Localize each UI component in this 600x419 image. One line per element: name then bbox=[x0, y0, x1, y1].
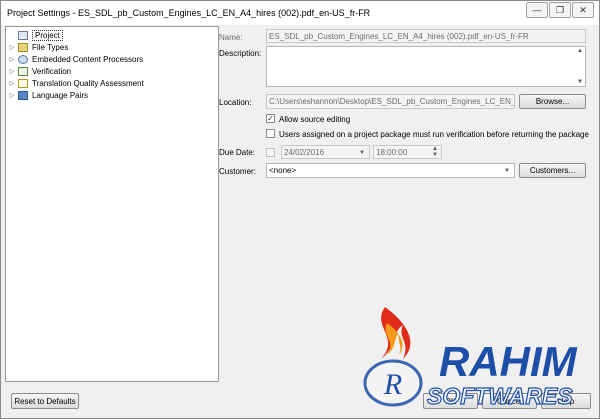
settings-tree[interactable]: Project ▷ File Types ▷ Embedded Content … bbox=[5, 26, 219, 382]
expand-icon[interactable]: ▷ bbox=[8, 80, 16, 87]
allow-source-editing-label: Allow source editing bbox=[279, 115, 351, 124]
project-settings-window: Project Settings - ES_SDL_pb_Custom_Engi… bbox=[0, 0, 600, 419]
location-field[interactable]: C:\Users\eshannon\Desktop\ES_SDL_pb_Cust… bbox=[266, 94, 515, 109]
title-bar: Project Settings - ES_SDL_pb_Custom_Engi… bbox=[1, 1, 599, 25]
due-date-label: Due Date: bbox=[219, 148, 256, 157]
rahim-softwares-watermark: R RAHIM SOFTWARES bbox=[341, 301, 591, 411]
watermark-line2: SOFTWARES bbox=[427, 383, 573, 409]
tree-item-verification[interactable]: ▷ Verification bbox=[8, 65, 71, 77]
expand-icon[interactable]: ▷ bbox=[8, 56, 16, 63]
tree-item-embedded-content-processors[interactable]: ▷ Embedded Content Processors bbox=[8, 53, 143, 65]
scroll-down-icon[interactable]: ▼ bbox=[577, 79, 583, 85]
language-pairs-icon bbox=[18, 90, 28, 100]
minimize-icon: — bbox=[532, 5, 542, 15]
rahim-logo-icon: R RAHIM SOFTWARES bbox=[363, 307, 578, 410]
time-down-icon[interactable]: ▼ bbox=[432, 152, 438, 158]
restore-button[interactable]: ❐ bbox=[549, 2, 571, 18]
tree-item-label: File Types bbox=[32, 42, 69, 52]
tree-item-project[interactable]: Project bbox=[8, 29, 63, 41]
reset-to-defaults-button[interactable]: Reset to Defaults bbox=[11, 393, 79, 409]
tree-item-language-pairs[interactable]: ▷ Language Pairs bbox=[8, 89, 88, 101]
gear-icon bbox=[18, 54, 28, 64]
tree-item-label: Language Pairs bbox=[32, 90, 89, 100]
description-label: Description: bbox=[219, 49, 262, 58]
customers-button[interactable]: Customers... bbox=[519, 163, 586, 178]
file-types-icon bbox=[18, 42, 28, 52]
close-icon: ✕ bbox=[579, 5, 587, 15]
expand-icon[interactable]: ▷ bbox=[8, 68, 16, 75]
warning-icon bbox=[18, 78, 28, 88]
restore-icon: ❐ bbox=[555, 5, 565, 15]
verification-required-checkbox[interactable] bbox=[266, 129, 275, 138]
description-field[interactable]: ▲ ▼ bbox=[266, 46, 586, 87]
due-time-field[interactable]: 18:00:00 ▲ ▼ bbox=[373, 145, 442, 159]
expand-icon[interactable]: ▷ bbox=[8, 44, 16, 51]
allow-source-editing-checkbox[interactable]: ✓ bbox=[266, 114, 275, 123]
watermark-letter: R bbox=[383, 368, 402, 401]
tree-item-label: Embedded Content Processors bbox=[32, 54, 144, 64]
tree-item-label: Project bbox=[32, 29, 63, 41]
due-date-field[interactable]: 24/02/2016 ▼ bbox=[281, 145, 370, 159]
tree-item-translation-quality-assessment[interactable]: ▷ Translation Quality Assessment bbox=[8, 77, 144, 89]
due-date-checkbox[interactable] bbox=[266, 148, 275, 157]
scroll-up-icon[interactable]: ▲ bbox=[577, 48, 583, 54]
calendar-dropdown-icon[interactable]: ▼ bbox=[359, 150, 365, 156]
name-label: Name: bbox=[219, 33, 243, 42]
name-field[interactable]: ES_SDL_pb_Custom_Engines_LC_EN_A4_hires … bbox=[266, 29, 586, 43]
browse-button[interactable]: Browse... bbox=[519, 94, 586, 109]
location-label: Location: bbox=[219, 98, 252, 107]
tree-item-file-types[interactable]: ▷ File Types bbox=[8, 41, 68, 53]
window-title: Project Settings - ES_SDL_pb_Custom_Engi… bbox=[7, 8, 371, 18]
checkmark-icon: ✓ bbox=[267, 114, 274, 123]
tree-item-label: Translation Quality Assessment bbox=[32, 78, 144, 88]
chevron-down-icon: ▼ bbox=[504, 168, 510, 174]
close-button[interactable]: ✕ bbox=[572, 2, 594, 18]
customer-select[interactable]: <none> ▼ bbox=[266, 163, 515, 178]
expand-icon[interactable]: ▷ bbox=[8, 92, 16, 99]
verification-icon bbox=[18, 66, 28, 76]
verification-required-label: Users assigned on a project package must… bbox=[279, 130, 589, 139]
minimize-button[interactable]: — bbox=[526, 2, 548, 18]
customer-label: Customer: bbox=[219, 167, 256, 176]
project-icon bbox=[18, 30, 28, 40]
watermark-line1: RAHIM bbox=[439, 338, 578, 385]
tree-item-label: Verification bbox=[32, 66, 72, 76]
